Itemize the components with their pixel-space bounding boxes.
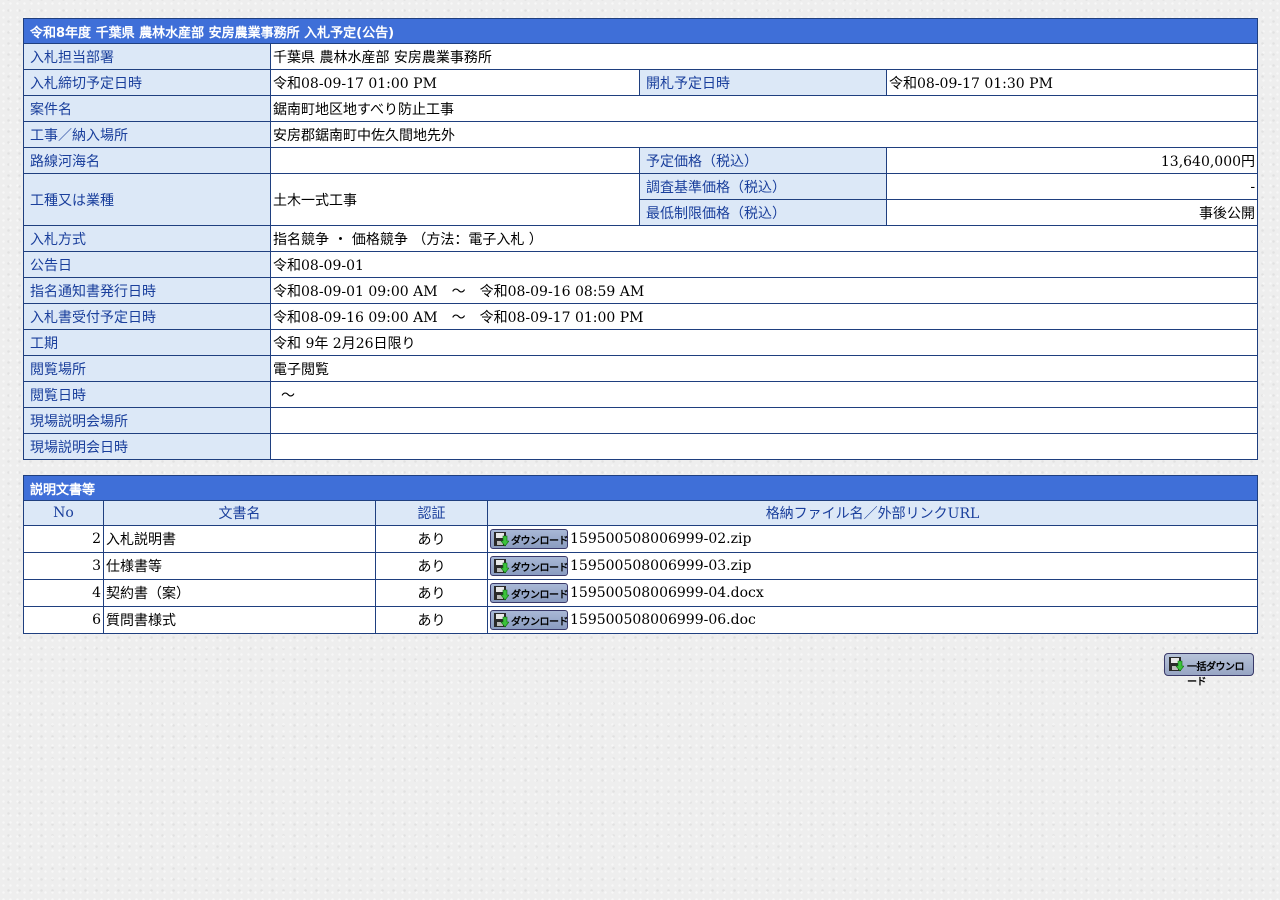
doc-file-cell: ダウンロード 159500508006999-03.zip <box>486 552 1259 580</box>
case-label: 案件名 <box>23 95 271 122</box>
briefing-place-label: 現場説明会場所 <box>23 407 271 434</box>
doc-file-name: 159500508006999-06.doc <box>570 612 756 628</box>
download-button[interactable]: ダウンロード <box>490 583 569 603</box>
doc-file-cell: ダウンロード 159500508006999-06.doc <box>486 606 1259 634</box>
table-row: 6 質問書様式 あり ダウンロード 159500508006999-06.doc <box>23 606 1259 634</box>
download-button-label: ダウンロード <box>511 563 569 574</box>
bulk-download-label: 一括ダウンロード <box>1187 662 1245 688</box>
download-button[interactable]: ダウンロード <box>490 556 569 576</box>
deadline-value: 令和08-09-17 01:00 PM <box>270 69 640 96</box>
download-icon <box>494 559 509 574</box>
announce-label: 公告日 <box>23 251 271 278</box>
doc-name: 契約書（案） <box>103 579 376 607</box>
download-icon <box>494 586 509 601</box>
doc-auth: あり <box>375 525 488 553</box>
receipt-label: 入札書受付予定日時 <box>23 303 271 330</box>
download-button-label: ダウンロード <box>511 536 569 547</box>
department-value: 千葉県 農林水産部 安房農業事務所 <box>269 43 1259 70</box>
download-button-label: ダウンロード <box>511 617 569 628</box>
bulk-download-button[interactable]: 一括ダウンロード <box>1164 653 1254 688</box>
bid-info-table: 令和8年度 千葉県 農林水産部 安房農業事務所 入札予定(公告) 入札担当部署 … <box>22 18 1259 460</box>
planned-price-label: 予定価格（税込） <box>639 147 887 174</box>
download-icon <box>494 532 509 547</box>
briefing-place-value <box>269 407 1259 434</box>
doc-file-cell: ダウンロード 159500508006999-04.docx <box>486 579 1259 607</box>
documents-table: 説明文書等 No 文書名 認証 格納ファイル名／外部リンクURL 2 入札説明書あ… <box>22 475 1259 634</box>
viewing-date-value: ～ <box>269 381 1259 408</box>
viewing-date-label: 閲覧日時 <box>23 381 271 408</box>
doc-file-name: 159500508006999-04.docx <box>570 585 764 601</box>
deadline-label: 入札締切予定日時 <box>23 69 271 96</box>
announce-value: 令和08-09-01 <box>269 251 1259 278</box>
case-value: 鋸南町地区地すべり防止工事 <box>269 95 1259 122</box>
method-label: 入札方式 <box>23 225 271 252</box>
briefing-date-label: 現場説明会日時 <box>23 433 271 460</box>
table-row: 4 契約書（案） あり ダウンロード 159500508006999-04.docx <box>23 579 1259 607</box>
survey-price-label: 調査基準価格（税込） <box>639 173 887 200</box>
location-value: 安房郡鋸南町中佐久間地先外 <box>269 121 1259 148</box>
min-price-value: 事後公開 <box>885 199 1259 226</box>
doc-name: 仕様書等 <box>103 552 376 580</box>
table-row: 2 入札説明書 あり ダウンロード 159500508006999-02.zip <box>23 525 1259 553</box>
opening-label: 開札予定日時 <box>639 69 887 96</box>
doc-file-name: 159500508006999-03.zip <box>570 558 752 574</box>
download-icon <box>494 613 509 628</box>
receipt-value: 令和08-09-16 09:00 AM ～ 令和08-09-17 01:00 P… <box>269 303 1259 330</box>
download-icon <box>1169 657 1184 672</box>
planned-price-value: 13,640,000円 <box>885 147 1259 174</box>
work-type-value: 土木一式工事 <box>270 173 640 226</box>
doc-no: 2 <box>23 525 104 553</box>
column-header-auth: 認証 <box>375 500 488 526</box>
download-button-label: ダウンロード <box>511 590 569 601</box>
doc-no: 6 <box>23 606 104 634</box>
viewing-place-label: 閲覧場所 <box>23 355 271 382</box>
min-price-label: 最低制限価格（税込） <box>639 199 887 226</box>
doc-name: 質問書様式 <box>103 606 376 634</box>
bid-info-title: 令和8年度 千葉県 農林水産部 安房農業事務所 入札予定(公告) <box>22 18 1259 44</box>
doc-no: 3 <box>23 552 104 580</box>
doc-file-cell: ダウンロード 159500508006999-02.zip <box>486 525 1259 553</box>
doc-auth: あり <box>375 606 488 634</box>
download-button[interactable]: ダウンロード <box>490 529 569 549</box>
route-label: 路線河海名 <box>23 147 271 174</box>
location-label: 工事／納入場所 <box>23 121 271 148</box>
opening-value: 令和08-09-17 01:30 PM <box>885 69 1259 96</box>
survey-price-value: - <box>885 173 1259 200</box>
notice-value: 令和08-09-01 09:00 AM ～ 令和08-09-16 08:59 A… <box>269 277 1259 304</box>
briefing-date-value <box>269 433 1259 460</box>
route-value <box>270 147 640 174</box>
doc-no: 4 <box>23 579 104 607</box>
doc-auth: あり <box>375 579 488 607</box>
doc-name: 入札説明書 <box>103 525 376 553</box>
documents-title: 説明文書等 <box>22 475 1259 501</box>
notice-label: 指名通知書発行日時 <box>23 277 271 304</box>
viewing-place-value: 電子閲覧 <box>269 355 1259 382</box>
column-header-name: 文書名 <box>103 500 376 526</box>
work-type-label: 工種又は業種 <box>23 173 271 226</box>
doc-file-name: 159500508006999-02.zip <box>570 531 752 547</box>
column-header-no: No <box>23 500 104 526</box>
download-button[interactable]: ダウンロード <box>490 610 569 630</box>
method-value: 指名競争 ・ 価格競争 （方法：電子入札 ） <box>269 225 1259 252</box>
period-label: 工期 <box>23 329 271 356</box>
column-header-file: 格納ファイル名／外部リンクURL <box>486 500 1259 526</box>
period-value: 令和 9年 2月26日限り <box>269 329 1259 356</box>
doc-auth: あり <box>375 552 488 580</box>
table-row: 3 仕様書等 あり ダウンロード 159500508006999-03.zip <box>23 552 1259 580</box>
department-label: 入札担当部署 <box>23 43 271 70</box>
